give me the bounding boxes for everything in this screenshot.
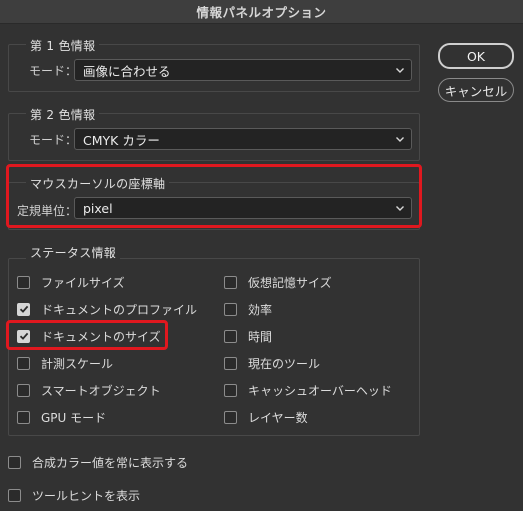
first-color-mode-label: モード：	[29, 64, 78, 78]
window-title: 情報パネルオプション	[0, 0, 523, 24]
status-item-current-tool[interactable]: 現在のツール	[224, 355, 320, 371]
file-size-checkbox[interactable]	[17, 275, 30, 289]
show-tool-hints-label: ツールヒントを表示	[32, 488, 141, 503]
current-tool-label: 現在のツール	[248, 356, 321, 371]
second-color-mode-value: CMYK カラー	[83, 132, 160, 148]
file-size-label: ファイルサイズ	[41, 275, 125, 290]
checkmark-icon	[19, 305, 28, 313]
virtual-memory-label: 仮想記憶サイズ	[248, 275, 332, 290]
status-title: ステータス情報	[26, 244, 121, 261]
layer-count-checkbox[interactable]	[224, 410, 237, 424]
status-item-efficiency[interactable]: 効率	[224, 301, 272, 317]
ruler-unit-select[interactable]: pixel	[74, 197, 412, 219]
chevron-down-icon	[396, 206, 404, 211]
show-tool-hints-checkbox[interactable]	[8, 488, 21, 502]
status-item-smart-object[interactable]: スマートオブジェクト	[17, 382, 161, 398]
cache-overhead-label: キャッシュオーバーヘッド	[248, 383, 392, 398]
first-color-title: 第 1 色情報	[26, 37, 100, 54]
efficiency-checkbox[interactable]	[224, 302, 237, 316]
document-size-label: ドキュメントのサイズ	[41, 329, 161, 344]
status-item-gpu-mode[interactable]: GPU モード	[17, 409, 106, 425]
current-tool-checkbox[interactable]	[224, 356, 237, 370]
timing-label: 時間	[248, 329, 273, 344]
first-color-mode-value: 画像に合わせる	[83, 63, 171, 79]
ruler-unit-label: 定規単位：	[17, 204, 78, 218]
cancel-button[interactable]: キャンセル	[438, 78, 514, 102]
cache-overhead-checkbox[interactable]	[224, 383, 237, 397]
ok-button[interactable]: OK	[438, 43, 514, 69]
smart-object-label: スマートオブジェクト	[41, 383, 161, 398]
always-show-composite-label: 合成カラー値を常に表示する	[32, 455, 189, 470]
status-item-cache-overhead[interactable]: キャッシュオーバーヘッド	[224, 382, 392, 398]
efficiency-label: 効率	[248, 302, 273, 317]
document-profile-label: ドキュメントのプロファイル	[41, 302, 198, 317]
measurement-scale-label: 計測スケール	[41, 356, 114, 371]
first-color-mode-select[interactable]: 画像に合わせる	[74, 59, 412, 81]
smart-object-checkbox[interactable]	[17, 383, 30, 397]
chevron-down-icon	[396, 137, 404, 142]
second-color-mode-label: モード：	[29, 133, 78, 147]
timing-checkbox[interactable]	[224, 329, 237, 343]
checkmark-icon	[19, 332, 28, 340]
status-item-timing[interactable]: 時間	[224, 328, 272, 344]
document-size-checkbox[interactable]	[17, 329, 30, 343]
mouse-coords-title: マウスカーソルの座標軸	[26, 175, 170, 192]
status-item-document-profile[interactable]: ドキュメントのプロファイル	[17, 301, 197, 317]
virtual-memory-checkbox[interactable]	[224, 275, 237, 289]
second-color-mode-select[interactable]: CMYK カラー	[74, 128, 412, 150]
status-item-file-size[interactable]: ファイルサイズ	[17, 274, 125, 290]
gpu-mode-label: GPU モード	[41, 410, 107, 425]
document-profile-checkbox[interactable]	[17, 302, 30, 316]
option-show-tool-hints[interactable]: ツールヒントを表示	[8, 487, 140, 503]
ruler-unit-value: pixel	[83, 200, 113, 216]
layer-count-label: レイヤー数	[248, 410, 308, 425]
always-show-composite-checkbox[interactable]	[8, 455, 21, 469]
measurement-scale-checkbox[interactable]	[17, 356, 30, 370]
status-item-document-size[interactable]: ドキュメントのサイズ	[17, 328, 161, 344]
chevron-down-icon	[396, 68, 404, 73]
status-item-virtual-memory[interactable]: 仮想記憶サイズ	[224, 274, 332, 290]
status-item-layer-count[interactable]: レイヤー数	[224, 409, 308, 425]
gpu-mode-checkbox[interactable]	[17, 410, 30, 424]
option-always-show-composite[interactable]: 合成カラー値を常に表示する	[8, 454, 188, 470]
second-color-title: 第 2 色情報	[26, 106, 100, 123]
status-item-measurement-scale[interactable]: 計測スケール	[17, 355, 113, 371]
